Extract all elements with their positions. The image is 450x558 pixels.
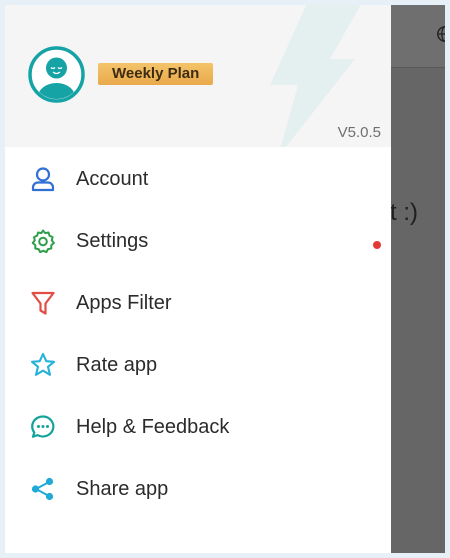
menu-item-apps-filter[interactable]: Apps Filter <box>5 271 391 333</box>
drawer-header: Weekly Plan V5.0.5 <box>5 5 391 147</box>
menu-item-share-app[interactable]: Share app <box>5 457 391 519</box>
plan-badge[interactable]: Weekly Plan <box>98 63 214 85</box>
avatar[interactable] <box>28 46 85 103</box>
menu-item-account[interactable]: Account <box>5 147 391 209</box>
notification-dot <box>373 241 381 249</box>
star-icon <box>29 351 57 379</box>
menu-label-account: Account <box>76 168 149 190</box>
globe-icon <box>437 26 445 42</box>
menu-item-help-feedback[interactable]: Help & Feedback <box>5 395 391 457</box>
menu-label-apps-filter: Apps Filter <box>76 292 172 314</box>
menu-label-settings: Settings <box>76 230 149 252</box>
share-icon <box>29 475 57 503</box>
chat-bubble-icon <box>29 413 57 441</box>
menu-label-share-app: Share app <box>76 478 169 500</box>
app-window: rt :) Weekly Plan V5.0.5 Account Setting… <box>5 5 445 553</box>
navigation-drawer: Weekly Plan V5.0.5 Account Settings Apps… <box>5 5 391 553</box>
menu-item-settings[interactable]: Settings <box>5 209 391 271</box>
menu-item-rate-app[interactable]: Rate app <box>5 333 391 395</box>
gear-icon <box>29 227 57 255</box>
drawer-menu: Account Settings Apps Filter Rate app He… <box>5 147 391 519</box>
menu-label-help-feedback: Help & Feedback <box>76 416 230 438</box>
menu-label-rate-app: Rate app <box>76 354 158 376</box>
funnel-icon <box>29 289 57 317</box>
user-icon <box>29 165 57 193</box>
app-version: V5.0.5 <box>337 124 381 141</box>
background-toolbar <box>390 5 445 68</box>
